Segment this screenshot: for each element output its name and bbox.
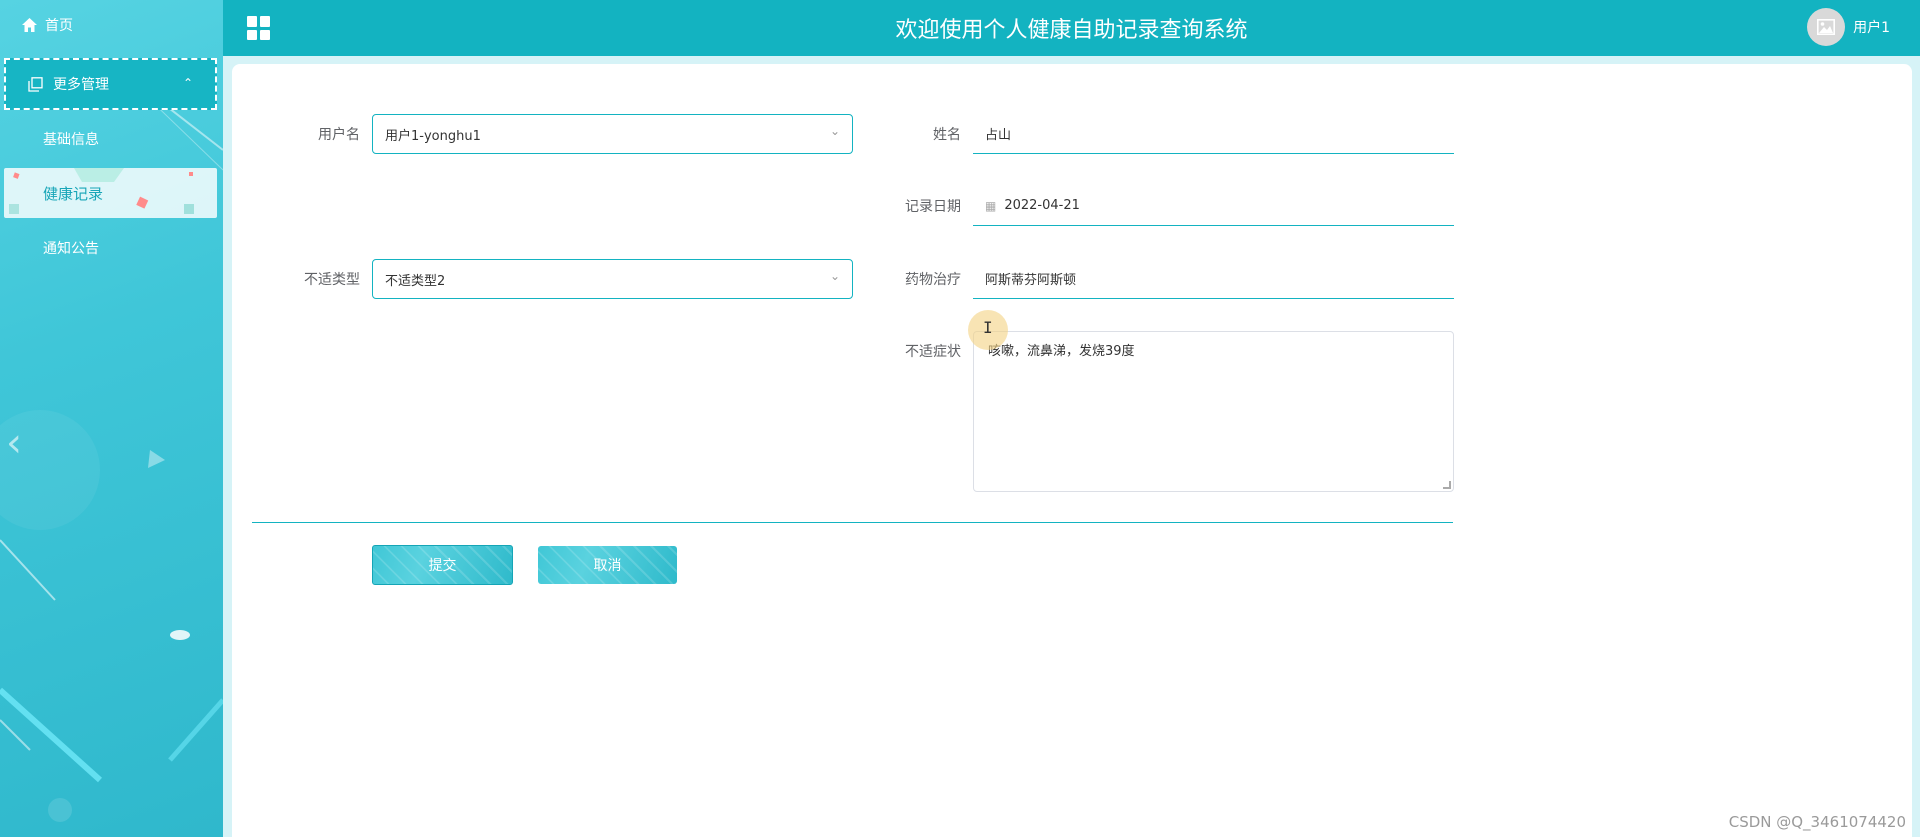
home-icon	[22, 18, 37, 32]
medication-field-value: 阿斯蒂芬阿斯顿	[985, 273, 1077, 288]
sidebar-group-label: 更多管理	[53, 77, 109, 93]
cancel-button-label: 取消	[593, 558, 622, 574]
sidebar: 首页 更多管理 ⌃ 基础信息 健康记录 通知公告 ‹	[0, 0, 223, 837]
form-divider	[252, 522, 1453, 523]
sidebar-item-home[interactable]: 首页	[22, 14, 73, 36]
cancel-button[interactable]: 取消	[538, 546, 677, 584]
copy-icon	[28, 76, 43, 92]
record-date-label: 记录日期	[905, 199, 961, 215]
resize-handle-icon[interactable]	[1443, 481, 1451, 489]
sidebar-item-basic-info[interactable]: 基础信息	[0, 119, 223, 159]
username-select-value: 用户1-yonghu1	[385, 128, 481, 144]
form-panel: 用户名 用户1-yonghu1 ⌄ 姓名 占山 记录日期 ▦ 2022-04-2…	[232, 64, 1912, 837]
avatar[interactable]	[1807, 8, 1846, 46]
discomfort-type-label: 不适类型	[304, 272, 360, 288]
submit-button[interactable]: 提交	[372, 545, 513, 585]
chevron-down-icon: ⌄	[829, 269, 840, 283]
calendar-icon: ▦	[985, 198, 997, 213]
image-icon	[1817, 19, 1836, 35]
discomfort-type-select-value: 不适类型2	[385, 273, 446, 289]
medication-field[interactable]: 阿斯蒂芬阿斯顿	[973, 259, 1454, 299]
chevron-up-icon: ⌃	[182, 76, 193, 90]
submit-button-label: 提交	[428, 558, 457, 574]
name-field-value: 占山	[985, 128, 1012, 143]
user-menu[interactable]: 用户1	[1807, 8, 1890, 46]
sidebar-item-label: 基础信息	[43, 132, 99, 148]
sidebar-item-label: 通知公告	[43, 241, 99, 257]
page-title: 欢迎使用个人健康自助记录查询系统	[895, 18, 1248, 43]
name-field[interactable]: 占山	[973, 114, 1454, 154]
active-item-decoration	[9, 168, 194, 214]
sidebar-item-health-records[interactable]: 健康记录	[4, 168, 217, 218]
record-date-picker[interactable]: ▦ 2022-04-21	[973, 186, 1454, 226]
chevron-down-icon: ⌄	[829, 124, 840, 138]
symptoms-textarea-value: 咳嗽，流鼻涕，发烧39度	[988, 344, 1135, 359]
sidebar-item-home-label: 首页	[45, 18, 73, 34]
symptoms-label: 不适症状	[905, 344, 961, 360]
username-select[interactable]: 用户1-yonghu1 ⌄	[372, 114, 853, 154]
sidebar-item-notices[interactable]: 通知公告	[0, 228, 223, 268]
sidebar-item-label: 健康记录	[43, 184, 104, 203]
name-label: 姓名	[933, 127, 961, 143]
text-cursor-icon: I	[983, 318, 993, 337]
medication-label: 药物治疗	[905, 272, 961, 288]
watermark: CSDN @Q_3461074420	[1728, 813, 1906, 831]
discomfort-type-select[interactable]: 不适类型2 ⌄	[372, 259, 853, 299]
top-header: 欢迎使用个人健康自助记录查询系统 用户1	[223, 0, 1920, 56]
collapse-sidebar-arrow-icon[interactable]: ‹	[6, 420, 22, 466]
username-label: 用户1	[1853, 20, 1890, 36]
username-label: 用户名	[318, 127, 360, 143]
sidebar-group-more-management[interactable]: 更多管理 ⌃	[4, 58, 217, 110]
symptoms-textarea[interactable]: 咳嗽，流鼻涕，发烧39度	[973, 331, 1454, 492]
record-date-value: 2022-04-21	[1004, 198, 1080, 213]
